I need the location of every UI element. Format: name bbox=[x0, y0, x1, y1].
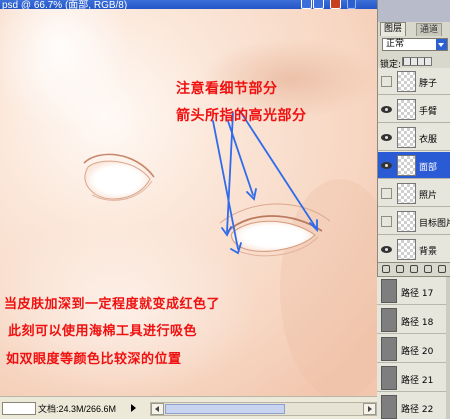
image-canvas[interactable]: 注意看细节部分 箭头所指的高光部分 当皮肤加深到一定程度就变成红色了 此刻可以使… bbox=[0, 9, 377, 396]
layer-thumbnail bbox=[397, 239, 416, 260]
paths-panel: 路径 17 路径 18 路径 20 路径 21 路径 22 bbox=[377, 276, 450, 419]
visibility-toggle[interactable] bbox=[381, 216, 392, 227]
path-name: 路径 17 bbox=[401, 289, 434, 299]
eye-icon[interactable] bbox=[381, 162, 392, 169]
canvas-window: psd @ 66.7% (面部, RGB/8) 注意看细节部分 箭头所指的高光部… bbox=[0, 0, 377, 419]
layer-list: 脖子手臂衣服面部照片目标图片背景 bbox=[378, 68, 450, 263]
panel-header bbox=[378, 0, 450, 22]
window-title: psd @ 66.7% (面部, RGB/8) bbox=[2, 0, 128, 9]
layer-row[interactable]: 目标图片 bbox=[378, 208, 450, 235]
tab-channels[interactable]: 通道 bbox=[416, 23, 443, 36]
blend-mode-value: 正常 bbox=[386, 39, 405, 49]
link-icon[interactable] bbox=[382, 265, 390, 273]
layer-name: 手臂 bbox=[419, 107, 438, 117]
annotation-detail-note: 注意看细节部分 bbox=[176, 81, 278, 97]
maximize-button[interactable] bbox=[313, 0, 324, 9]
lock-options-icon[interactable] bbox=[402, 57, 432, 66]
status-menu-arrow-icon[interactable] bbox=[131, 404, 136, 412]
scroll-right-icon[interactable] bbox=[363, 403, 376, 415]
layer-name: 照片 bbox=[419, 191, 438, 201]
eye-icon[interactable] bbox=[381, 246, 392, 253]
layer-row[interactable]: 背景 bbox=[378, 236, 450, 263]
horizontal-scrollbar[interactable] bbox=[150, 402, 377, 416]
layer-thumbnail bbox=[397, 127, 416, 148]
path-name: 路径 20 bbox=[401, 347, 434, 357]
layer-thumbnail bbox=[397, 183, 416, 204]
eye-icon[interactable] bbox=[381, 106, 392, 113]
annotation-skin-red-note: 当皮肤加深到一定程度就变成红色了 bbox=[4, 297, 221, 312]
layer-name: 面部 bbox=[419, 163, 438, 173]
scroll-left-icon[interactable] bbox=[151, 403, 164, 415]
title-bar[interactable]: psd @ 66.7% (面部, RGB/8) bbox=[0, 0, 377, 9]
layer-name: 目标图片 bbox=[419, 219, 450, 229]
blend-mode-select[interactable]: 正常 bbox=[382, 38, 448, 51]
layer-row[interactable]: 脖子 bbox=[378, 68, 450, 95]
new-layer-icon[interactable] bbox=[438, 265, 446, 273]
path-row[interactable]: 路径 22 bbox=[377, 393, 450, 419]
eye-icon[interactable] bbox=[381, 134, 392, 141]
layer-style-icon[interactable] bbox=[396, 265, 404, 273]
path-thumbnail bbox=[381, 279, 397, 303]
adjustment-icon[interactable] bbox=[424, 265, 432, 273]
minimize-button[interactable] bbox=[301, 0, 312, 9]
layer-thumbnail bbox=[397, 99, 416, 120]
path-row[interactable]: 路径 17 bbox=[377, 277, 450, 305]
path-row[interactable]: 路径 20 bbox=[377, 335, 450, 363]
tab-layers[interactable]: 图层 bbox=[380, 22, 407, 36]
path-thumbnail bbox=[381, 337, 397, 361]
layer-thumbnail bbox=[397, 211, 416, 232]
close-button[interactable] bbox=[330, 0, 341, 9]
path-thumbnail bbox=[381, 308, 397, 332]
mask-icon[interactable] bbox=[410, 265, 418, 273]
layer-name: 背景 bbox=[419, 247, 438, 257]
path-thumbnail bbox=[381, 366, 397, 390]
layer-name: 衣服 bbox=[419, 135, 438, 145]
layer-thumbnail bbox=[397, 155, 416, 176]
scroll-thumb[interactable] bbox=[165, 404, 285, 414]
visibility-toggle[interactable] bbox=[381, 188, 392, 199]
layer-thumbnail bbox=[397, 71, 416, 92]
paths-scrollbar[interactable] bbox=[446, 277, 450, 419]
path-thumbnail bbox=[381, 395, 397, 419]
path-name: 路径 22 bbox=[401, 405, 434, 415]
window-menu-button[interactable] bbox=[347, 0, 356, 9]
layer-row[interactable]: 手臂 bbox=[378, 96, 450, 123]
document-size-info: 文档:24.3M/266.6M bbox=[38, 404, 117, 414]
zoom-field[interactable] bbox=[2, 402, 36, 415]
layer-toolbar bbox=[378, 262, 450, 274]
path-name: 路径 21 bbox=[401, 376, 434, 386]
annotation-dark-areas-note: 如双眼度等颜色比较深的位置 bbox=[6, 352, 182, 367]
path-row[interactable]: 路径 21 bbox=[377, 364, 450, 392]
path-name: 路径 18 bbox=[401, 318, 434, 328]
chevron-down-icon[interactable] bbox=[436, 39, 447, 50]
path-row[interactable]: 路径 18 bbox=[377, 306, 450, 334]
layer-name: 脖子 bbox=[419, 79, 438, 89]
annotation-sponge-tool-note: 此刻可以使用海棉工具进行吸色 bbox=[8, 324, 198, 339]
layer-row[interactable]: 面部 bbox=[378, 152, 450, 179]
layer-row[interactable]: 照片 bbox=[378, 180, 450, 207]
annotation-highlight-note: 箭头所指的高光部分 bbox=[176, 108, 307, 124]
visibility-toggle[interactable] bbox=[381, 76, 392, 87]
layer-row[interactable]: 衣服 bbox=[378, 124, 450, 151]
status-bar: 文档:24.3M/266.6M bbox=[0, 396, 377, 419]
